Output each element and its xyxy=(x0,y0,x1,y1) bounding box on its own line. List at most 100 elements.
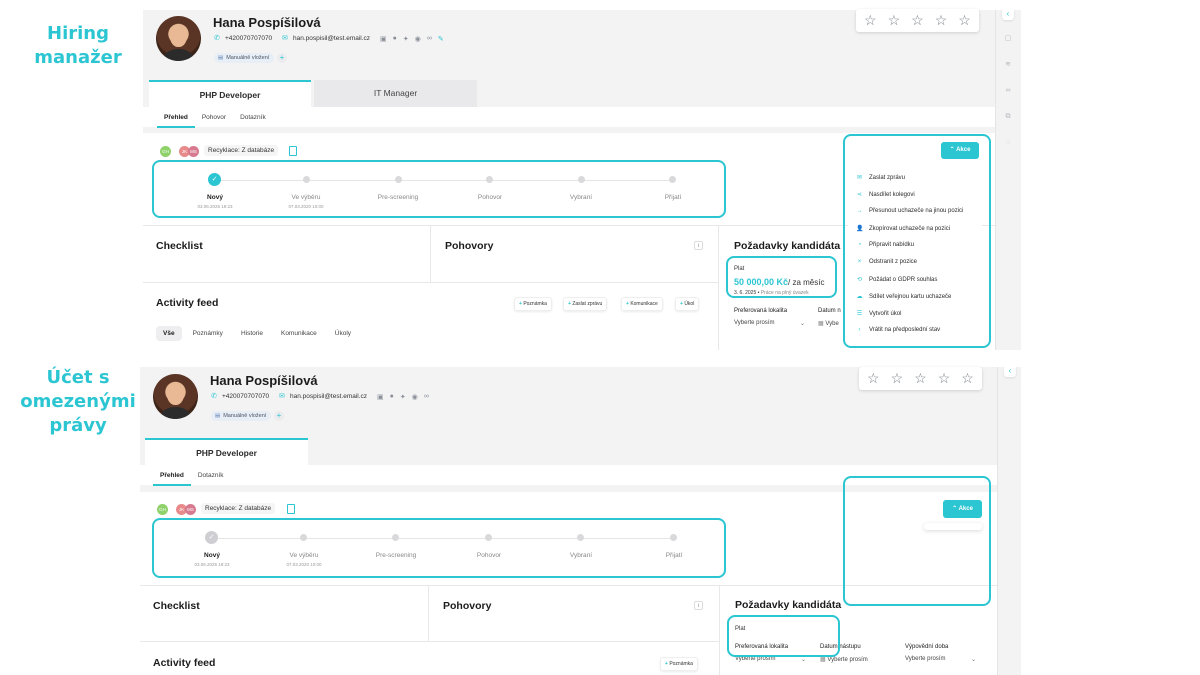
facebook-icon[interactable]: ● xyxy=(393,35,397,43)
layers-icon[interactable]: ≋ xyxy=(1004,61,1012,69)
linkedin-icon[interactable]: ▣ xyxy=(377,393,384,401)
highlight-steps xyxy=(152,160,726,218)
info-icon[interactable]: i xyxy=(694,601,703,610)
top-email-text: han.pospisil@test.email.cz xyxy=(293,35,371,42)
subtab-dotaznik[interactable]: Dotazník xyxy=(233,114,273,128)
divider xyxy=(143,282,718,283)
top-phone[interactable]: ✆ +420070707070 xyxy=(214,35,272,42)
chevron-down-icon[interactable]: ⌄ xyxy=(971,656,976,663)
copy-icon[interactable]: ⧉ xyxy=(1004,113,1012,121)
document-icon[interactable] xyxy=(287,504,295,514)
bottom-subtabs: Přehled Dotazník xyxy=(153,472,231,486)
tab-it-manager[interactable]: IT Manager xyxy=(314,80,477,107)
bottom-phone[interactable]: ✆ +420070707070 xyxy=(211,393,269,400)
tab-php-developer[interactable]: PHP Developer xyxy=(145,438,308,466)
feed-tab-tasks[interactable]: Úkoly xyxy=(328,326,358,341)
feed-tab-notes[interactable]: Poznámky xyxy=(186,326,230,341)
tab-php-developer[interactable]: PHP Developer xyxy=(149,80,311,108)
twitter-icon[interactable]: ✦ xyxy=(400,393,406,401)
tag-icon: ▤ xyxy=(215,413,221,419)
bottom-start-date-select[interactable]: ▦ Vyberte prosím xyxy=(820,656,868,663)
info-icon[interactable]: i xyxy=(694,241,703,250)
feed-tab-all[interactable]: Vše xyxy=(156,326,182,341)
add-note-button[interactable]: + Poznámka xyxy=(660,657,698,671)
bottom-collapse-button[interactable]: ‹ xyxy=(1004,365,1016,377)
bottom-interviews-title: Pohovory xyxy=(443,600,492,612)
bottom-right-rail xyxy=(997,367,1021,675)
bottom-socials: ▣ ● ✦ ◉ ∞ xyxy=(377,393,429,401)
send-message-button[interactable]: + Zaslat zprávu xyxy=(563,297,608,311)
divider xyxy=(428,585,429,641)
subtab-prehled[interactable]: Přehled xyxy=(153,472,191,486)
top-start-date-select[interactable]: ▦ Vybe xyxy=(818,320,839,327)
bottom-tag-text: Manuálně vložení xyxy=(223,413,267,419)
bottom-source-tag: ▤ Manuálně vložení xyxy=(211,411,272,421)
bottom-rating-stars[interactable]: ☆ ☆ ☆ ☆ ☆ xyxy=(859,367,982,390)
activity-button-label: Poznámka xyxy=(523,301,547,307)
bottom-candidate-name: Hana Pospíšilová xyxy=(210,373,318,388)
top-add-tag-button[interactable]: + xyxy=(277,53,287,63)
phone-icon: ✆ xyxy=(214,35,220,42)
subtab-pohovor[interactable]: Pohovor xyxy=(195,114,233,128)
star-icon[interactable]: ☆ xyxy=(938,370,951,387)
activity-button-label: Zaslat zprávu xyxy=(572,301,603,307)
badge-gh: GH xyxy=(157,504,168,515)
feed-tab-history[interactable]: Historie xyxy=(234,326,270,341)
highlight-salary xyxy=(727,615,840,657)
bottom-add-tag-button[interactable]: + xyxy=(274,411,284,421)
activity-button-label: Komunikace xyxy=(630,301,658,307)
feed-tab-communication[interactable]: Komunikace xyxy=(274,326,324,341)
tag-icon: ▤ xyxy=(218,55,224,61)
skype-icon[interactable]: ◉ xyxy=(412,393,418,401)
bottom-notice-select[interactable]: Vyberte prosím xyxy=(905,656,945,662)
bottom-notice-label: Výpovědní doba xyxy=(905,644,949,650)
check-circle-icon[interactable]: ◌ xyxy=(1004,139,1012,147)
star-icon[interactable]: ☆ xyxy=(891,370,904,387)
linkedin-icon[interactable]: ▣ xyxy=(380,35,387,43)
star-icon[interactable]: ☆ xyxy=(867,370,880,387)
communication-button[interactable]: + Komunikace xyxy=(621,297,663,311)
twitter-icon[interactable]: ✦ xyxy=(403,35,409,43)
link-icon[interactable]: ∞ xyxy=(1004,87,1012,95)
restricted-account-label: Účet s omezenými právy xyxy=(2,366,154,438)
add-note-button[interactable]: + Poznámka xyxy=(514,297,552,311)
link-icon[interactable]: ∞ xyxy=(427,35,432,43)
top-checklist-title: Checklist xyxy=(156,240,203,252)
facebook-icon[interactable]: ● xyxy=(390,393,394,401)
highlight-steps xyxy=(152,518,726,578)
badge-ms: MS xyxy=(188,146,199,157)
notes-icon[interactable]: ▢ xyxy=(1004,35,1012,43)
top-pref-location-select[interactable]: Vyberte prosím xyxy=(734,320,774,326)
highlight-salary xyxy=(726,256,837,298)
chevron-down-icon[interactable]: ⌄ xyxy=(800,320,805,327)
star-icon[interactable]: ☆ xyxy=(911,12,924,29)
top-rating-stars[interactable]: ☆ ☆ ☆ ☆ ☆ xyxy=(856,9,979,32)
divider xyxy=(718,225,719,350)
star-icon[interactable]: ☆ xyxy=(914,370,927,387)
top-activity-title: Activity feed xyxy=(156,297,219,309)
chevron-down-icon[interactable]: ⌄ xyxy=(801,656,806,663)
top-collapse-button[interactable]: ‹ xyxy=(1002,8,1014,20)
star-icon[interactable]: ☆ xyxy=(958,12,971,29)
top-candidate-name: Hana Pospíšilová xyxy=(213,15,321,30)
highlight-akce-menu xyxy=(843,134,991,348)
document-icon[interactable] xyxy=(289,146,297,156)
skype-icon[interactable]: ◉ xyxy=(415,35,421,43)
bottom-email[interactable]: ✉ han.pospisil@test.email.cz xyxy=(279,393,367,400)
subtab-prehled[interactable]: Přehled xyxy=(157,114,195,128)
activity-button-label: Poznámka xyxy=(669,661,693,667)
star-icon[interactable]: ☆ xyxy=(961,370,974,387)
star-icon[interactable]: ☆ xyxy=(888,12,901,29)
top-source-tag: ▤ Manuálně vložení xyxy=(214,53,275,63)
star-icon[interactable]: ☆ xyxy=(935,12,948,29)
edit-icon[interactable]: ✎ xyxy=(438,35,444,43)
star-icon[interactable]: ☆ xyxy=(864,12,877,29)
subtab-dotaznik[interactable]: Dotazník xyxy=(191,472,231,486)
top-email[interactable]: ✉ han.pospisil@test.email.cz xyxy=(282,35,370,42)
link-icon[interactable]: ∞ xyxy=(424,393,429,401)
top-tag-text: Manuálně vložení xyxy=(226,55,270,61)
bottom-email-text: han.pospisil@test.email.cz xyxy=(290,393,368,400)
highlight-akce-menu xyxy=(843,476,991,606)
top-feed-tabs: Vše Poznámky Historie Komunikace Úkoly xyxy=(156,326,358,341)
task-button[interactable]: + Úkol xyxy=(675,297,700,311)
